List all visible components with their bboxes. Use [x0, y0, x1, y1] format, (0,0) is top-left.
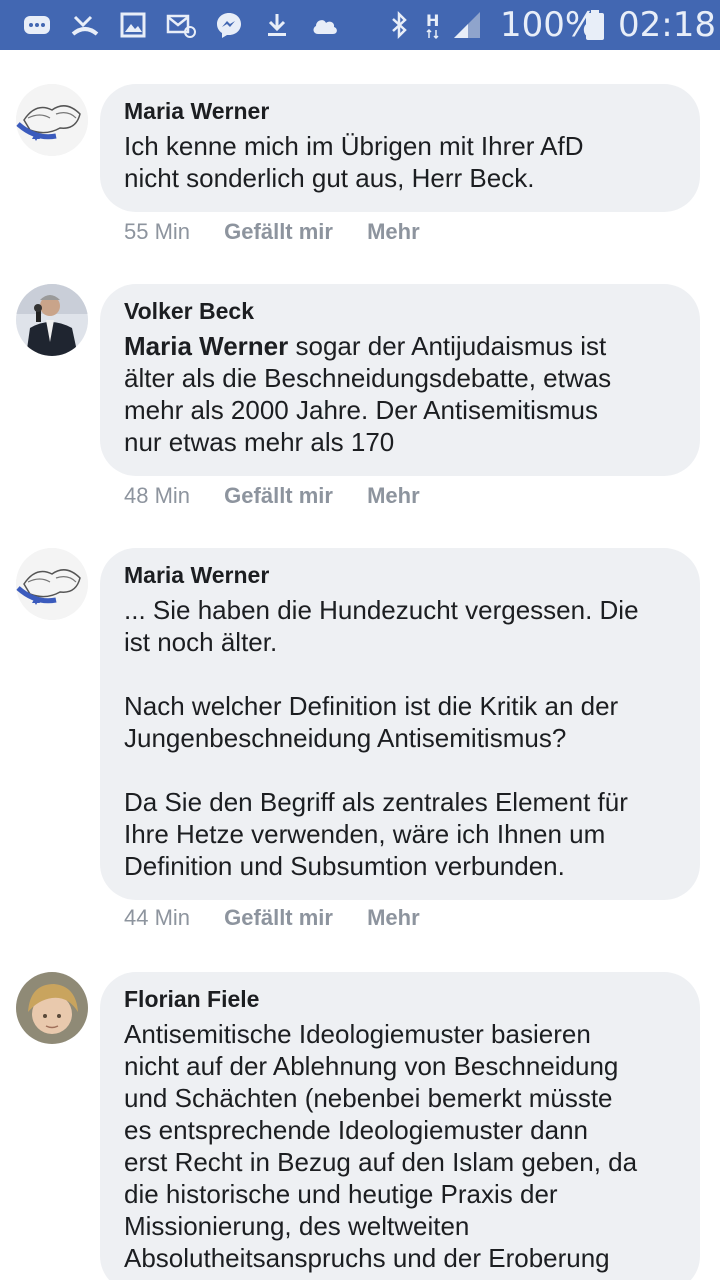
avatar[interactable]: [16, 548, 88, 620]
messages-icon: [22, 10, 52, 40]
comment-time[interactable]: 55 Min: [124, 218, 190, 246]
more-button[interactable]: Mehr: [367, 482, 420, 510]
comment-bubble[interactable]: Maria Werner ... Sie haben die Hundezuch…: [100, 548, 700, 900]
bluetooth-icon: [384, 10, 414, 40]
missed-call-icon: [70, 10, 100, 40]
comment-actions: 44 Min Gefällt mir Mehr: [124, 904, 448, 932]
messenger-icon: [214, 10, 244, 40]
comment-bubble[interactable]: Maria Werner Ich kenne mich im Übrigen m…: [100, 84, 700, 212]
comment-text: Ich kenne mich im Übrigen mit Ihrer AfD …: [124, 131, 584, 193]
battery-percent: 100%: [500, 5, 598, 45]
download-icon: [262, 10, 292, 40]
comment-author[interactable]: Florian Fiele: [124, 984, 676, 1014]
comment-actions: 55 Min Gefällt mir Mehr: [124, 218, 448, 246]
comment-author[interactable]: Maria Werner: [124, 560, 676, 590]
avatar[interactable]: [16, 84, 88, 156]
signal-icon: [452, 10, 482, 40]
svg-text:H: H: [426, 11, 439, 30]
avatar[interactable]: [16, 284, 88, 356]
comment-bubble[interactable]: Volker Beck Maria Werner sogar der Antij…: [100, 284, 700, 476]
comment-bubble[interactable]: Florian Fiele Antisemitische Ideologiemu…: [100, 972, 700, 1280]
mention-link[interactable]: Maria Werner: [124, 331, 288, 361]
like-button[interactable]: Gefällt mir: [224, 904, 333, 932]
like-button[interactable]: Gefällt mir: [224, 218, 333, 246]
cloud-icon: [310, 10, 340, 40]
comment-time[interactable]: 44 Min: [124, 904, 190, 932]
battery-icon: [584, 10, 606, 40]
comment-text: Maria Werner sogar der Antijudaismus ist…: [124, 330, 676, 458]
email-icon: [166, 10, 196, 40]
avatar[interactable]: [16, 972, 88, 1044]
comment-text: ... Sie haben die Hundezucht vergessen. …: [124, 595, 639, 881]
like-button[interactable]: Gefällt mir: [224, 482, 333, 510]
more-button[interactable]: Mehr: [367, 218, 420, 246]
clock: 02:18: [618, 5, 716, 45]
comment-text: Antisemitische Ideologiemuster basieren …: [124, 1019, 638, 1273]
comment-author[interactable]: Maria Werner: [124, 96, 676, 126]
network-type-icon: H: [424, 10, 444, 40]
more-button[interactable]: Mehr: [367, 904, 420, 932]
comment-actions: 48 Min Gefällt mir Mehr: [124, 482, 448, 510]
gallery-icon: [118, 10, 148, 40]
comments-list: Maria Werner Ich kenne mich im Übrigen m…: [0, 50, 720, 1280]
comment-time[interactable]: 48 Min: [124, 482, 190, 510]
comment-author[interactable]: Volker Beck: [124, 296, 676, 326]
status-bar: H 100% 02:18: [0, 0, 720, 50]
